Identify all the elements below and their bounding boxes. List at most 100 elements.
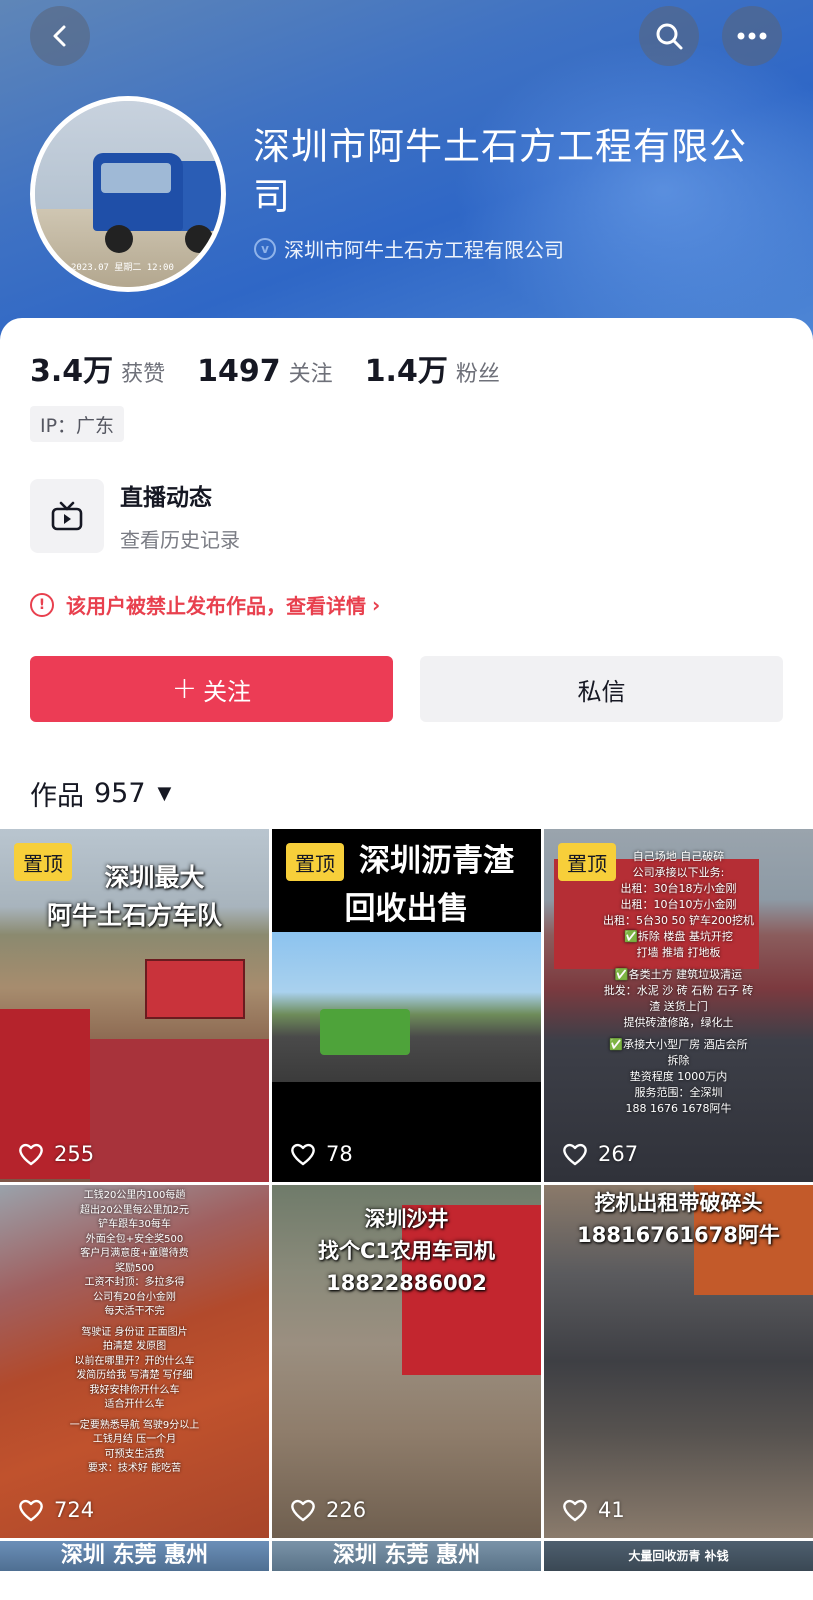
truck-shape <box>320 1009 410 1055</box>
following-count: 1497 <box>197 354 281 389</box>
heart-icon <box>19 1143 43 1166</box>
video-text-line: ✅各类土方 建筑垃圾清运 <box>614 968 743 981</box>
video-caption: 找个C1农用车司机 <box>317 1239 496 1263</box>
likes-count: 41 <box>598 1498 625 1522</box>
video-tile-peek[interactable]: 深圳 东莞 惠州 <box>0 1541 269 1571</box>
video-text-line: 每天活干不完 <box>104 1306 165 1317</box>
video-text-line: 服务范围：全深圳 <box>634 1086 723 1099</box>
video-text-line: 工钱20公里内100每趟 <box>83 1190 186 1201</box>
likes-count: 255 <box>54 1142 95 1166</box>
video-text-line: 一定要熟悉导航 驾驶9分以上 <box>69 1419 200 1431</box>
video-text-line: 公司承接以下业务: <box>632 866 725 879</box>
avatar[interactable]: 2023.07 星期二 12:00 <box>30 96 226 292</box>
truck-shape <box>90 1039 269 1182</box>
search-button[interactable] <box>639 6 699 66</box>
video-text-line: 工钱月结 压一个月 <box>92 1434 177 1445</box>
plus-icon: + <box>171 671 198 706</box>
live-subtitle: 查看历史记录 <box>120 528 240 552</box>
works-tab[interactable]: 作品 957 ▼ <box>30 774 171 813</box>
ban-notice-link[interactable]: ! 该用户被禁止发布作品，查看详情 › <box>30 590 380 619</box>
video-likes: 41 <box>562 1498 625 1522</box>
video-text-line: ✅承接大小型厂房 酒店会所 <box>609 1038 748 1051</box>
video-text-line: 提供砖渣修路，绿化土 <box>623 1016 734 1029</box>
stat-followers[interactable]: 1.4万 粉丝 <box>365 346 500 390</box>
video-tile[interactable]: 置顶 深圳沥青渣 回收出售 78 <box>272 829 541 1182</box>
likes-count: 267 <box>598 1142 639 1166</box>
video-text-line: 以前在哪里开？开的什么车 <box>74 1355 195 1367</box>
video-text-line: ✅拆除 楼盘 基坑开挖 <box>624 930 733 943</box>
video-tile[interactable]: 挖机出租带破碎头 18816761678阿牛 41 <box>544 1185 813 1538</box>
live-icon-box <box>30 478 104 553</box>
video-text-line: 工资不封顶：多拉多得 <box>84 1277 185 1288</box>
video-caption: 深圳沙井 <box>364 1207 449 1231</box>
video-caption: 18822886002 <box>326 1271 487 1295</box>
heart-icon <box>563 1143 587 1166</box>
video-caption: 大量回收沥青 补钱 <box>628 1549 729 1563</box>
back-arrow-icon <box>53 25 66 47</box>
video-text-line: 我好安排你开什么车 <box>89 1384 180 1396</box>
live-title: 直播动态 <box>120 485 212 511</box>
likes-label: 获赞 <box>121 362 166 387</box>
profile-banner: 2023.07 星期二 12:00 深圳市阿牛土石方工程有限公司 v 深圳市阿牛… <box>0 0 813 340</box>
video-text-line: 拆除 <box>667 1054 690 1067</box>
more-button[interactable] <box>722 6 782 66</box>
video-text-line: 拍清楚 发原图 <box>102 1341 167 1352</box>
video-caption: 18816761678阿牛 <box>577 1223 780 1247</box>
avatar-truck-window <box>101 163 171 193</box>
follow-label: 关注 <box>203 677 252 706</box>
video-text-block: 自己场地 自己破碎 公司承接以下业务: 出租：30台18方小金刚 出租：10台1… <box>544 831 813 1117</box>
ip-location-tag: IP：广东 <box>30 406 125 442</box>
video-text-line: 渣 送货上门 <box>649 1000 708 1013</box>
video-text-line: 出租：10台10方小金刚 <box>620 898 737 911</box>
more-dots-icon <box>737 32 767 40</box>
avatar-truck-wheel <box>105 225 133 253</box>
message-button[interactable]: 私信 <box>420 656 783 722</box>
video-text-line: 可预支生活费 <box>104 1448 165 1460</box>
live-texts: 直播动态 查看历史记录 <box>120 478 240 553</box>
video-tile-peek[interactable]: 深圳 东莞 惠州 <box>272 1541 541 1571</box>
video-caption: 深圳最大 <box>104 863 205 892</box>
video-caption: 回收出售 <box>344 891 469 927</box>
chevron-right-icon: › <box>372 592 381 617</box>
likes-count: 226 <box>326 1498 367 1522</box>
profile-name: 深圳市阿牛土石方工程有限公司 <box>253 125 747 218</box>
video-likes: 724 <box>18 1498 94 1522</box>
video-text-line: 适合开什么车 <box>104 1399 165 1410</box>
video-text-line: 发简历给我 写清楚 写仔细 <box>76 1370 193 1381</box>
heart-icon <box>291 1499 315 1522</box>
video-tile[interactable]: 置顶 深圳最大 阿牛土石方车队 255 <box>0 829 269 1182</box>
video-text-line: 奖励500 <box>114 1262 155 1274</box>
video-text-line: 客户月满意度+童赠待费 <box>80 1248 189 1259</box>
verified-name: 深圳市阿牛土石方工程有限公司 <box>284 238 564 262</box>
likes-count: 78 <box>326 1142 353 1166</box>
video-likes: 78 <box>290 1142 353 1166</box>
verified-badge-icon: v <box>254 237 276 260</box>
video-caption: 阿牛土石方车队 <box>46 901 222 930</box>
caret-down-icon: ▼ <box>157 783 172 804</box>
video-tile-peek[interactable]: 大量回收沥青 补钱 <box>544 1541 813 1571</box>
stat-likes[interactable]: 3.4万 获赞 <box>30 346 165 390</box>
live-history-entry[interactable]: 直播动态 查看历史记录 <box>30 478 240 553</box>
truck-shape <box>145 959 245 1019</box>
video-text-line: 批发：水泥 沙 砖 石粉 石子 砖 <box>603 984 754 997</box>
video-text-line: 铲车跟车30每车 <box>98 1219 171 1230</box>
back-button[interactable] <box>30 6 90 66</box>
follow-button[interactable]: + 关注 <box>30 656 393 722</box>
video-text-block: 工钱20公里内100每趟 超出20公里每公里加2元 铲车跟车30每车 外面全包+… <box>0 1189 269 1477</box>
video-text-line: 出租：30台18方小金刚 <box>620 882 737 895</box>
video-caption: 深圳 东莞 惠州 <box>332 1543 481 1568</box>
video-tile[interactable]: 置顶 自己场地 自己破碎 公司承接以下业务: 出租：30台18方小金刚 出租：1… <box>544 829 813 1182</box>
video-text-line: 公司有20台小金刚 <box>93 1291 176 1303</box>
video-text-line: 打墙 推墙 打地板 <box>636 946 721 959</box>
video-tile[interactable]: 工钱20公里内100每趟 超出20公里每公里加2元 铲车跟车30每车 外面全包+… <box>0 1185 269 1538</box>
search-icon <box>656 23 683 50</box>
tv-icon <box>51 501 83 530</box>
video-likes: 255 <box>18 1142 94 1166</box>
works-label: 作品 <box>30 781 84 812</box>
stat-following[interactable]: 1497 关注 <box>197 354 333 389</box>
likes-count: 3.4万 <box>30 354 114 389</box>
heart-icon <box>563 1499 587 1522</box>
heart-icon <box>291 1143 315 1166</box>
road-scene <box>272 932 541 1082</box>
video-tile[interactable]: 深圳沙井 找个C1农用车司机 18822886002 226 <box>272 1185 541 1538</box>
